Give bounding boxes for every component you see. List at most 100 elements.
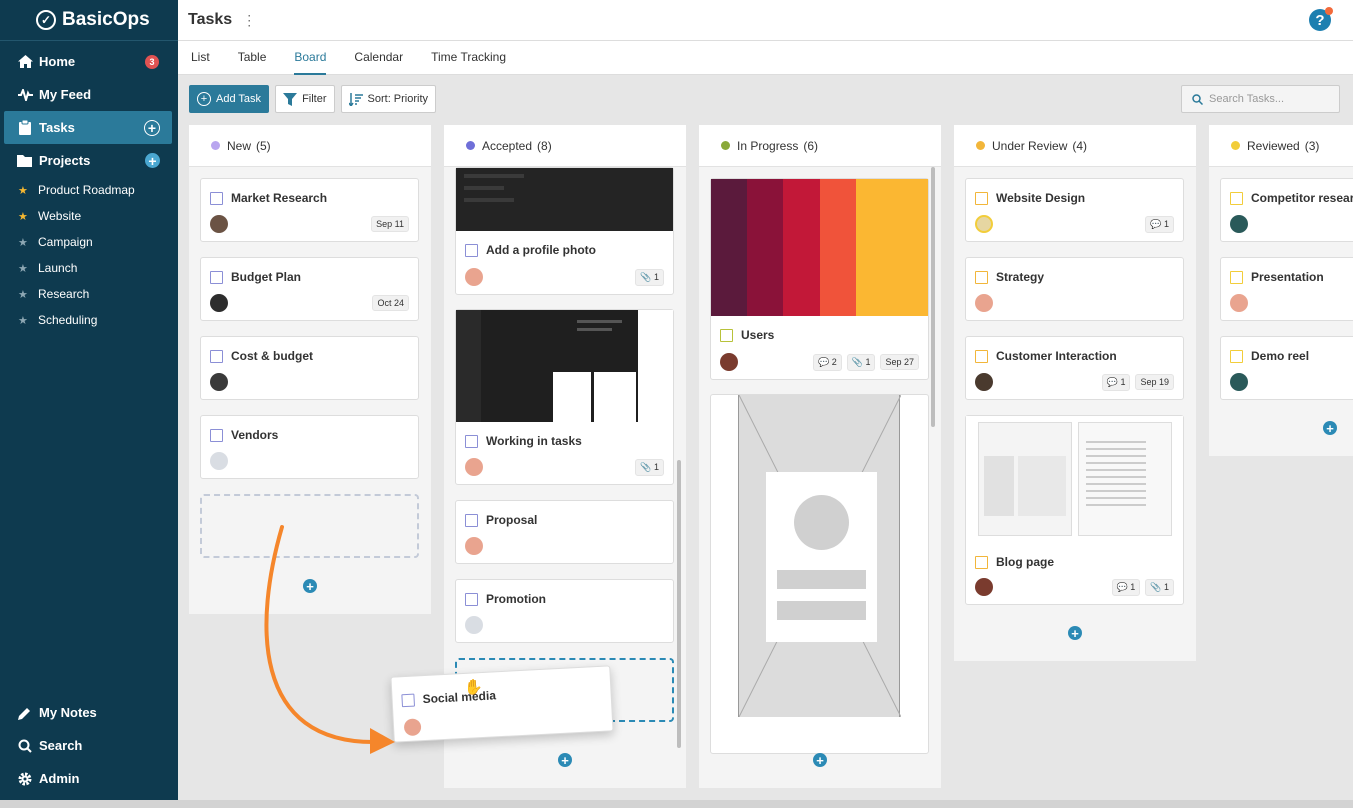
column-header: Under Review (4) (954, 125, 1196, 167)
task-checkbox[interactable] (210, 349, 223, 363)
task-card[interactable]: Cost & budget (200, 336, 419, 400)
task-checkbox[interactable] (975, 555, 988, 569)
task-name: Promotion (486, 592, 546, 606)
task-card[interactable]: Presentation (1220, 257, 1353, 321)
dragged-task-card[interactable]: Social media (390, 665, 614, 743)
task-checkbox[interactable] (1230, 270, 1243, 284)
project-launch[interactable]: ★ Launch (0, 255, 178, 281)
tab-table[interactable]: Table (238, 41, 267, 75)
task-checkbox[interactable] (1230, 349, 1243, 363)
task-card[interactable]: Website Design 💬 1 (965, 178, 1184, 242)
task-checkbox[interactable] (465, 592, 478, 606)
comment-count: 💬 1 (1111, 578, 1141, 596)
task-name: Presentation (1251, 270, 1324, 284)
column-count: (4) (1072, 138, 1088, 153)
task-checkbox[interactable] (465, 243, 478, 257)
project-research[interactable]: ★ Research (0, 281, 178, 307)
star-icon[interactable]: ★ (18, 184, 31, 197)
sidebar-item-admin[interactable]: Admin (0, 762, 178, 795)
add-card-icon[interactable]: + (813, 753, 827, 767)
task-checkbox[interactable] (975, 191, 988, 205)
task-card[interactable]: Budget Plan Oct 24 (200, 257, 419, 321)
add-project-icon[interactable]: + (145, 153, 160, 168)
add-card-icon[interactable]: + (303, 579, 317, 593)
task-checkbox[interactable] (1230, 191, 1243, 205)
task-card[interactable]: Users 💬 2 📎 1 Sep 27 (710, 178, 929, 380)
card-cover-image (711, 179, 928, 316)
task-checkbox[interactable] (975, 270, 988, 284)
drop-placeholder (200, 494, 419, 558)
sidebar-item-label: Home (39, 54, 76, 69)
tab-time-tracking[interactable]: Time Tracking (431, 41, 506, 75)
scrollbar[interactable] (931, 167, 935, 427)
project-label: Campaign (38, 235, 93, 249)
help-icon[interactable]: ? (1309, 7, 1333, 31)
task-card[interactable]: Demo reel (1220, 336, 1353, 400)
star-icon[interactable]: ★ (18, 288, 31, 301)
card-cover-image (966, 416, 1183, 543)
task-checkbox[interactable] (465, 513, 478, 527)
star-icon[interactable]: ★ (18, 262, 31, 275)
avatar (210, 215, 228, 233)
task-checkbox[interactable] (210, 270, 223, 284)
attachment-count: 📎 1 (846, 353, 876, 371)
task-checkbox[interactable] (720, 328, 733, 342)
project-product-roadmap[interactable]: ★ Product Roadmap (0, 177, 178, 203)
avatar (210, 294, 228, 312)
add-task-button[interactable]: + Add Task (189, 85, 270, 113)
comment-count: 💬 2 (813, 353, 842, 371)
app-logo[interactable]: ✓ BasicOps (0, 0, 178, 40)
add-card-icon[interactable]: + (1323, 421, 1337, 435)
task-card[interactable]: Competitor research (1220, 178, 1353, 242)
notification-badge: 3 (145, 54, 159, 69)
task-card[interactable]: Add a profile photo 📎 1 (455, 167, 674, 295)
star-icon[interactable]: ★ (18, 314, 31, 327)
add-task-icon[interactable]: + (144, 119, 160, 136)
task-card[interactable]: Market Research Sep 11 (200, 178, 419, 242)
tab-calendar[interactable]: Calendar (354, 41, 403, 75)
column-under-review: Under Review (4) Website Design 💬 1 Stra… (954, 125, 1196, 661)
project-scheduling[interactable]: ★ Scheduling (0, 307, 178, 333)
column-count: (5) (256, 138, 271, 153)
attachment-count: 📎 1 (635, 268, 664, 286)
project-campaign[interactable]: ★ Campaign (0, 229, 178, 255)
comment-value: 1 (1120, 376, 1126, 387)
task-card[interactable]: Working in tasks 📎 1 (455, 309, 674, 485)
avatar (975, 294, 993, 312)
task-checkbox[interactable] (401, 693, 415, 707)
star-icon[interactable]: ★ (18, 210, 31, 223)
more-options-icon[interactable]: ⋮ (242, 12, 256, 29)
star-icon[interactable]: ★ (18, 236, 31, 249)
task-card[interactable]: Proposal (455, 500, 674, 564)
scrollbar[interactable] (677, 460, 681, 748)
sidebar-item-home[interactable]: Home 3 (0, 45, 178, 78)
task-checkbox[interactable] (465, 434, 478, 448)
task-name: Working in tasks (486, 434, 582, 448)
add-card-icon[interactable]: + (1068, 626, 1082, 640)
task-checkbox[interactable] (210, 428, 223, 442)
task-card[interactable]: Customer Interaction 💬 1 Sep 19 (965, 336, 1184, 400)
task-card[interactable]: Promotion (455, 579, 674, 643)
gear-icon (17, 771, 33, 787)
sort-button[interactable]: Sort: Priority (340, 85, 437, 113)
project-website[interactable]: ★ Website (0, 203, 178, 229)
filter-button[interactable]: Filter (275, 85, 335, 113)
search-tasks-input[interactable]: Search Tasks... (1181, 85, 1340, 113)
sidebar-item-projects[interactable]: Projects + (0, 144, 178, 177)
attachment-value: 1 (653, 461, 659, 472)
add-card-icon[interactable]: + (558, 753, 572, 767)
tab-board[interactable]: Board (294, 41, 327, 75)
sidebar-item-tasks[interactable]: Tasks + (4, 111, 172, 144)
task-card[interactable]: Strategy (965, 257, 1184, 321)
task-checkbox[interactable] (975, 349, 988, 363)
search-icon (17, 738, 33, 754)
attachment-value: 1 (865, 356, 871, 367)
sidebar-item-my-feed[interactable]: My Feed (0, 78, 178, 111)
task-card[interactable] (710, 394, 929, 754)
sidebar-item-my-notes[interactable]: My Notes (0, 696, 178, 729)
task-card[interactable]: Vendors (200, 415, 419, 479)
task-card[interactable]: Blog page 💬 1 📎 1 (965, 415, 1184, 605)
sidebar-item-search[interactable]: Search (0, 729, 178, 762)
task-checkbox[interactable] (210, 191, 223, 205)
tab-list[interactable]: List (191, 41, 210, 75)
